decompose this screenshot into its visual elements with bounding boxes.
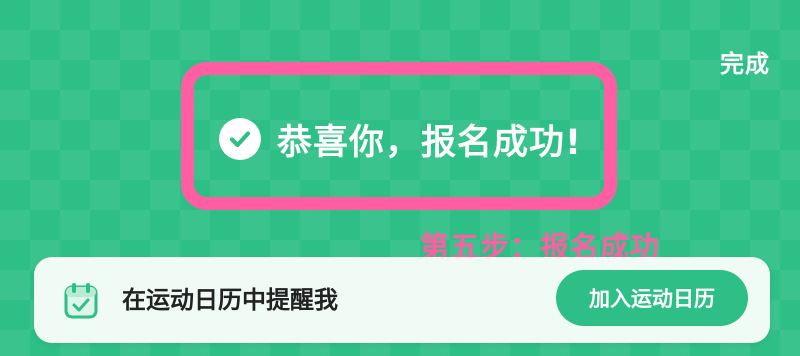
calendar-check-icon — [62, 279, 100, 321]
done-button[interactable]: 完成 — [720, 44, 770, 79]
add-to-calendar-button[interactable]: 加入运动日历 — [556, 270, 748, 326]
success-message-row: 恭喜你，报名成功! — [219, 117, 582, 163]
calendar-reminder-text: 在运动日历中提醒我 — [122, 286, 338, 314]
calendar-reminder-card: 在运动日历中提醒我 加入运动日历 — [34, 257, 770, 343]
check-circle-icon — [219, 118, 261, 160]
success-message: 恭喜你，报名成功! — [277, 122, 582, 163]
